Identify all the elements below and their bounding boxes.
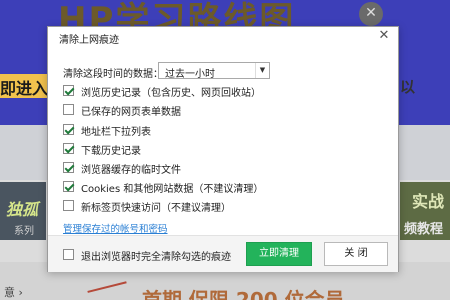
checkbox-browsing-history[interactable] — [63, 85, 74, 96]
dialog-footer: 退出浏览器时完全清除勾选的痕迹 立即清理 关 闭 — [48, 235, 398, 272]
checkbox-new-tab-quick-access[interactable] — [63, 200, 74, 211]
checkbox-address-bar-list[interactable] — [63, 124, 74, 135]
clear-history-dialog: 清除上网痕迹 ✕ 清除这段时间的数据： 过去一小时 ▼ 浏览历史记录（包含历史、… — [47, 26, 399, 272]
close-icon[interactable]: ✕ — [377, 29, 391, 43]
chevron-down-icon: ▼ — [255, 63, 269, 78]
clear-now-button[interactable]: 立即清理 — [246, 242, 312, 266]
checkbox-cache-files[interactable] — [63, 162, 74, 173]
checkbox-download-history[interactable] — [63, 143, 74, 154]
background-bottom-promo-text: 首期 促限 200 位会员 — [142, 288, 345, 300]
option-label: Cookies 和其他网站数据（不建议清理） — [81, 184, 264, 195]
close-button[interactable]: 关 闭 — [324, 242, 388, 266]
option-label: 退出浏览器时完全清除勾选的痕迹 — [81, 252, 231, 263]
option-label: 下载历史记录 — [81, 146, 141, 157]
dialog-title: 清除上网痕迹 — [59, 35, 119, 46]
background-left-card-sub: 系列 — [14, 226, 34, 237]
background-close-icon: ✕ — [359, 2, 383, 26]
dialog-title-bar: 清除上网痕迹 ✕ — [48, 27, 398, 47]
time-range-value: 过去一小时 — [165, 69, 215, 80]
option-label: 浏览器缓存的临时文件 — [81, 165, 181, 176]
background-right-card-title: 实战 — [412, 192, 445, 211]
option-label: 已保存的网页表单数据 — [81, 107, 181, 118]
background-left-card-title: 独孤 — [6, 200, 39, 219]
time-range-label: 清除这段时间的数据： — [63, 69, 163, 80]
background-bottom-left-text: 意 › — [4, 286, 23, 299]
checkbox-form-data[interactable] — [63, 104, 74, 115]
option-label: 地址栏下拉列表 — [81, 127, 151, 138]
manage-passwords-link[interactable]: 管理保存过的帐号和密码 — [63, 221, 168, 235]
option-label: 浏览历史记录（包含历史、网页回收站） — [81, 88, 261, 99]
option-label: 新标签页快速访问（不建议清理） — [81, 203, 231, 214]
time-range-select[interactable]: 过去一小时 ▼ — [158, 62, 270, 80]
checkbox-cookies[interactable] — [63, 181, 74, 192]
background-banner-right-text: 以 — [400, 78, 416, 96]
background-right-card-sub: 频教程 — [404, 222, 444, 237]
checkbox-clear-on-exit[interactable] — [63, 249, 74, 260]
background-banner-left-text: 即进入 — [0, 79, 49, 98]
